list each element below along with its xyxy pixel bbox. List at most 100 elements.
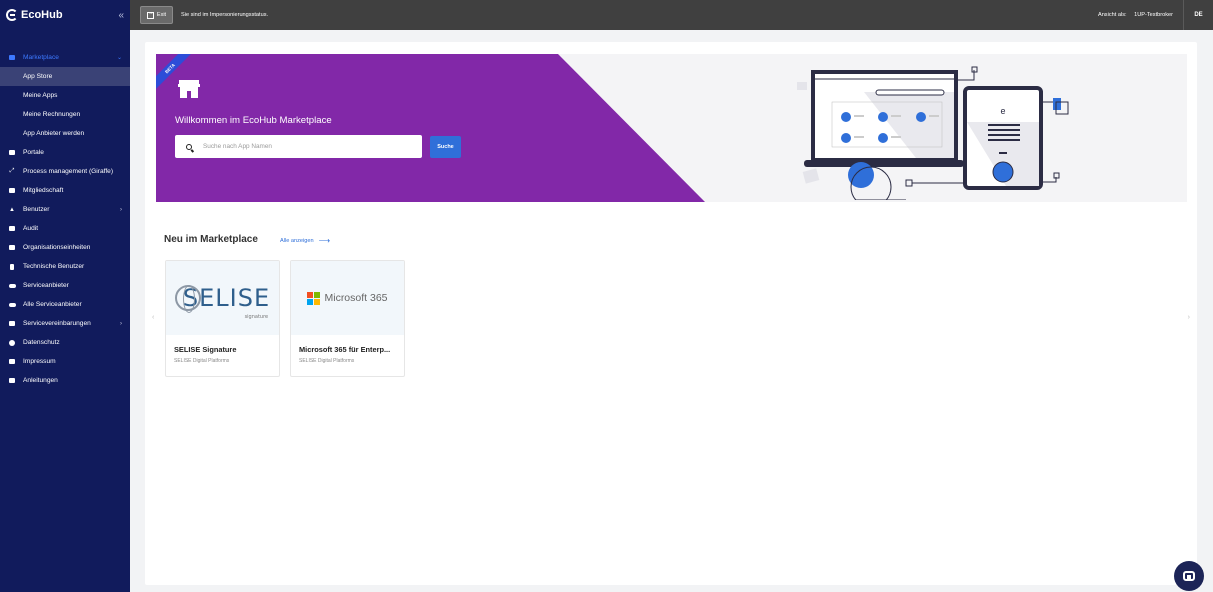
carousel-prev-button[interactable]: ‹: [152, 314, 154, 321]
hero-title: Willkommen im EcoHub Marketplace: [175, 115, 332, 126]
chat-icon: [1183, 571, 1195, 581]
org-icon: [8, 244, 16, 252]
marketplace-hero-banner: BETA Willkommen im EcoHub Marketplace Su…: [156, 54, 1187, 202]
sidebar-item-label: Serviceanbieter: [23, 282, 69, 289]
microsoft-logo-text: Microsoft 365: [324, 292, 388, 304]
app-publisher: SELISE Digital Platforms: [299, 358, 355, 364]
sidebar-item-label: Benutzer: [23, 206, 50, 213]
user-icon: ▲: [9, 206, 15, 213]
marketplace-illustration: e: [797, 66, 1069, 200]
svg-text:e: e: [1000, 106, 1005, 116]
topbar: Exit Sie sind im Impersonierungsstatus. …: [130, 0, 1213, 30]
sidebar-item-alle-serviceanbieter[interactable]: Alle Serviceanbieter: [0, 295, 130, 314]
privacy-icon: [8, 339, 16, 347]
arrow-right-icon: ⟶: [318, 236, 331, 245]
app-search-input[interactable]: [203, 143, 403, 150]
app-card-selise-signature[interactable]: SELISE signature SELISE Signature SELISE…: [165, 260, 280, 377]
sidebar-item-meine-rechnungen[interactable]: Meine Rechnungen: [0, 105, 130, 124]
chevron-down-icon: ⌄: [116, 55, 122, 61]
sidebar-item-label: Servicevereinbarungen: [23, 320, 91, 327]
imprint-icon: [8, 358, 16, 366]
sidebar-item-servicevereinbarungen[interactable]: Servicevereinbarungen ›: [0, 314, 130, 333]
app-title: SELISE Signature: [174, 345, 237, 354]
sidebar-item-meine-apps[interactable]: Meine Apps: [0, 86, 130, 105]
sidebar-item-mitgliedschaft[interactable]: Mitgliedschaft: [0, 181, 130, 200]
sidebar-item-anleitungen[interactable]: Anleitungen: [0, 371, 130, 390]
tech-user-icon: [8, 263, 16, 271]
sidebar-item-datenschutz[interactable]: Datenschutz: [0, 333, 130, 352]
app-logo: SELISE signature: [166, 261, 279, 335]
selise-logo-subtext: signature: [244, 314, 269, 320]
main-content: BETA Willkommen im EcoHub Marketplace Su…: [145, 42, 1197, 585]
see-all-label: Alle anzeigen: [280, 237, 314, 244]
sidebar-item-marketplace[interactable]: Marketplace ⌄: [0, 48, 130, 67]
audit-icon: [8, 225, 16, 233]
sidebar-item-impressum[interactable]: Impressum: [0, 352, 130, 371]
service-all-icon: [8, 301, 16, 309]
carousel-next-button[interactable]: ›: [1188, 314, 1190, 321]
sidebar-nav: Marketplace ⌄ App Store Meine Apps Meine…: [0, 48, 130, 390]
sidebar-item-label: Organisationseinheiten: [23, 244, 91, 251]
exit-impersonation-button[interactable]: Exit: [140, 6, 173, 24]
app-publisher: SELISE Digital Platforms: [174, 358, 230, 364]
sidebar-item-label: App Anbieter werden: [23, 130, 85, 137]
sidebar-item-portale[interactable]: Portale: [0, 143, 130, 162]
app-card-microsoft-365[interactable]: Microsoft 365 Microsoft 365 für Enterp..…: [290, 260, 405, 377]
sidebar-item-label: Alle Serviceanbieter: [23, 301, 82, 308]
selise-logo: SELISE signature: [174, 284, 270, 320]
portal-icon: [8, 149, 16, 157]
impersonation-status-text: Sie sind im Impersonierungsstatus.: [181, 12, 269, 18]
sidebar-item-audit[interactable]: Audit: [0, 219, 130, 238]
sidebar-item-label: Marketplace: [23, 54, 59, 61]
sidebar-item-app-anbieter-werden[interactable]: App Anbieter werden: [0, 124, 130, 143]
sidebar-item-label: Datenschutz: [23, 339, 60, 346]
chat-button[interactable]: [1174, 561, 1204, 591]
view-as-value: 1UP-Testbroker: [1134, 12, 1173, 18]
store-icon: [8, 54, 16, 62]
see-all-link[interactable]: Alle anzeigen ⟶: [280, 236, 330, 245]
sidebar-item-app-store[interactable]: App Store: [0, 67, 130, 86]
ecohub-logo-icon: [6, 9, 18, 21]
sidebar-item-label: Impressum: [23, 358, 56, 365]
membership-icon: [8, 187, 16, 195]
sidebar-item-benutzer[interactable]: ▲ Benutzer ›: [0, 200, 130, 219]
view-as-label: Ansicht als:: [1097, 12, 1127, 18]
sidebar-item-label: Portale: [23, 149, 44, 156]
sidebar-item-label: Anleitungen: [23, 377, 58, 384]
sidebar-item-process-management[interactable]: ⤢ Process management (Giraffe): [0, 162, 130, 181]
sidebar-item-label: Technische Benutzer: [23, 263, 85, 270]
app-search-box: [175, 135, 422, 158]
search-button[interactable]: Suche: [430, 136, 461, 158]
exit-label: Exit: [156, 12, 167, 18]
topbar-right: Ansicht als: 1UP-Testbroker DE: [1098, 0, 1213, 30]
app-cards: SELISE signature SELISE Signature SELISE…: [165, 260, 415, 377]
process-icon: ⤢: [9, 168, 15, 174]
sidebar-item-label: Audit: [23, 225, 39, 232]
service-icon: [8, 282, 16, 290]
sidebar-item-technische-benutzer[interactable]: Technische Benutzer: [0, 257, 130, 276]
sidebar-item-label: App Store: [23, 73, 53, 80]
view-as[interactable]: Ansicht als: 1UP-Testbroker: [1098, 12, 1173, 18]
section-title: Neu im Marketplace: [164, 234, 258, 245]
app-name: EcoHub: [21, 9, 63, 21]
sidebar-item-label: Process management (Giraffe): [23, 168, 114, 175]
language-switcher[interactable]: DE: [1183, 0, 1213, 30]
search-icon: [186, 143, 192, 150]
globe-icon: [174, 285, 201, 313]
chevron-right-icon: ›: [120, 320, 122, 327]
app-logo[interactable]: EcoHub: [6, 9, 63, 21]
microsoft-icon: [307, 291, 321, 305]
store-icon: [178, 80, 200, 98]
app-logo: Microsoft 365: [291, 261, 404, 335]
chevron-right-icon: ›: [120, 206, 122, 213]
sidebar-header: EcoHub «: [0, 0, 130, 30]
sidebar-item-organisationseinheiten[interactable]: Organisationseinheiten: [0, 238, 130, 257]
agreement-icon: [8, 320, 16, 328]
sidebar-item-serviceanbieter[interactable]: Serviceanbieter: [0, 276, 130, 295]
sidebar: EcoHub « Marketplace ⌄ App Store Meine A…: [0, 0, 130, 592]
sidebar-item-label: Meine Rechnungen: [23, 111, 81, 118]
exit-icon: [146, 10, 154, 19]
guide-icon: [8, 377, 16, 385]
sidebar-item-label: Meine Apps: [23, 92, 58, 99]
collapse-sidebar-icon[interactable]: «: [118, 10, 124, 21]
